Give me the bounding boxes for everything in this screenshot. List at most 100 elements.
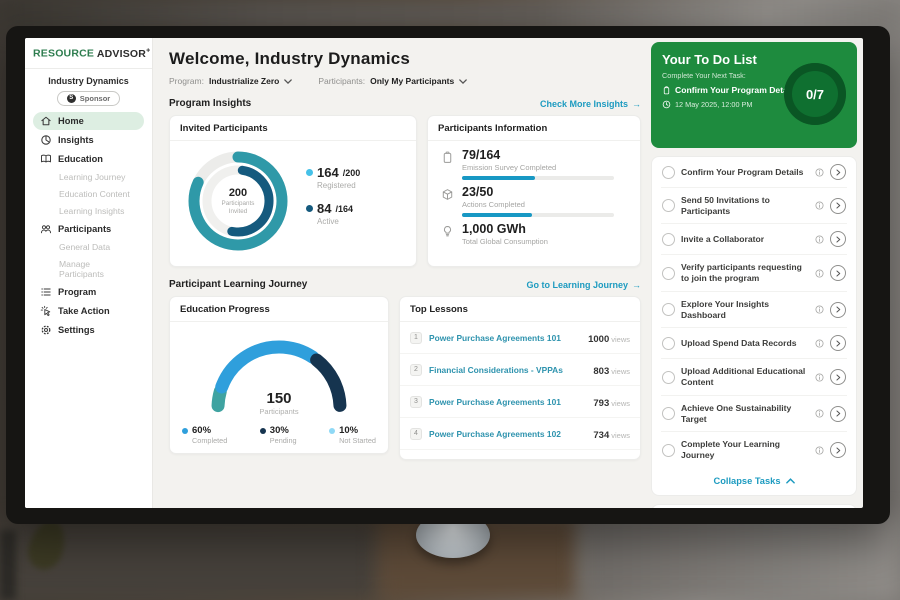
sidebar-item-label: Home [58, 116, 84, 126]
lesson-views: 793views [593, 393, 630, 411]
sidebar-subitem-manage-participants[interactable]: Manage Participants [33, 256, 144, 282]
lesson-link[interactable]: Power Purchase Agreements 101 [429, 397, 586, 407]
sponsor-icon: S [67, 94, 76, 103]
task-chevron-button[interactable] [830, 442, 846, 458]
participants-label: Participants: [318, 76, 365, 86]
sidebar-item-participants[interactable]: Participants [33, 220, 144, 238]
task-chevron-button[interactable] [830, 164, 846, 180]
sidebar-subitem-education-content[interactable]: Education Content [33, 186, 144, 202]
sidebar-nav: Home Insights EducationLearning JourneyEdu… [33, 112, 144, 339]
task-chevron-button[interactable] [830, 231, 846, 247]
stat-label: Actions Completed [462, 200, 614, 209]
sidebar: RESOURCE ADVISOR+ Industry Dynamics S Sp… [25, 38, 153, 508]
education-progress-card: Education Progress 150 Participants [169, 296, 389, 454]
task-row-complete-your-learning-journey: Complete Your Learning Journey [661, 432, 847, 467]
task-row-upload-spend-data-records: Upload Spend Data Records [661, 328, 847, 359]
background-shadow [0, 530, 16, 600]
task-chevron-button[interactable] [830, 198, 846, 214]
education-progress-title: Education Progress [170, 297, 388, 322]
task-checkbox[interactable] [662, 267, 675, 280]
settings-icon [40, 324, 52, 336]
check-more-insights-link[interactable]: Check More Insights → [540, 99, 641, 109]
registered-legend-item: 164 /200 Registered [306, 165, 360, 190]
sidebar-item-program[interactable]: Program [33, 283, 144, 301]
sidebar-item-take-action[interactable]: Take Action [33, 302, 144, 320]
task-chevron-button[interactable] [830, 302, 846, 318]
stat-row-actions-completed: 23/50Actions Completed [441, 186, 627, 217]
sponsor-badge: S Sponsor [57, 91, 120, 106]
sidebar-subitem-learning-journey[interactable]: Learning Journey [33, 169, 144, 185]
participants-dropdown[interactable]: Participants: Only My Participants [318, 76, 467, 86]
task-label: Upload Additional Educational Content [681, 366, 809, 387]
task-checkbox[interactable] [662, 407, 675, 420]
task-chevron-button[interactable] [830, 335, 846, 351]
sidebar-divider [25, 68, 152, 69]
background-desk-right [580, 515, 900, 600]
program-label: Program: [169, 76, 204, 86]
education-gauge-chart: 150 Participants [204, 332, 354, 416]
info-icon [815, 409, 824, 418]
lesson-views: 803views [593, 361, 630, 379]
todo-counter: 0/7 [806, 87, 824, 102]
stat-progress-bar [462, 176, 614, 180]
lesson-link[interactable]: Power Purchase Agreements 101 [429, 333, 581, 343]
task-checkbox[interactable] [662, 303, 675, 316]
lesson-row: 1Power Purchase Agreements 1011000views [400, 322, 640, 354]
collapse-tasks-link[interactable]: Collapse Tasks [661, 468, 847, 495]
org-name: Industry Dynamics [33, 76, 144, 86]
legend-dot [260, 428, 266, 434]
task-checkbox[interactable] [662, 233, 675, 246]
top-lessons-card: Top Lessons 1Power Purchase Agreements 1… [399, 296, 641, 460]
todo-tasks-card: Confirm Your Program DetailsSend 50 Invi… [651, 156, 857, 496]
monitor-bezel: RESOURCE ADVISOR+ Industry Dynamics S Sp… [6, 26, 890, 524]
clock-icon [662, 100, 671, 109]
task-checkbox[interactable] [662, 199, 675, 212]
sidebar-item-home[interactable]: Home [33, 112, 144, 130]
go-to-learning-journey-link[interactable]: Go to Learning Journey → [526, 280, 641, 290]
task-checkbox[interactable] [662, 337, 675, 350]
task-chevron-button[interactable] [830, 369, 846, 385]
invited-legend: 164 /200 Registered 84 /164 [306, 165, 360, 237]
sidebar-item-education[interactable]: Education [33, 150, 144, 168]
program-dropdown[interactable]: Program: Industrialize Zero [169, 76, 292, 86]
task-chevron-button[interactable] [830, 265, 846, 281]
todo-progress-ring: 0/7 [784, 63, 846, 125]
legend-dot [329, 428, 335, 434]
stat-value: 23/50 [462, 186, 614, 199]
task-checkbox[interactable] [662, 166, 675, 179]
lesson-link[interactable]: Financial Considerations - VPPAs [429, 365, 586, 375]
program-insights-heading: Program Insights [169, 98, 251, 109]
arrow-right-icon: → [632, 280, 641, 290]
task-row-send-50-invitations-to-participants: Send 50 Invitations to Participants [661, 188, 847, 224]
stat-value: 1,000 GWh [462, 223, 548, 236]
chevron-up-icon [786, 476, 795, 486]
task-row-upload-additional-educational-content: Upload Additional Educational Content [661, 359, 847, 395]
chevron-down-icon [284, 79, 292, 84]
dashboard-screen: RESOURCE ADVISOR+ Industry Dynamics S Sp… [25, 38, 863, 508]
info-icon [815, 168, 824, 177]
sidebar-item-label: Take Action [58, 306, 110, 316]
participants-value: Only My Participants [370, 76, 454, 86]
legend-label: Pending [270, 436, 297, 445]
learning-journey-heading: Participant Learning Journey [169, 279, 307, 290]
task-row-explore-your-insights-dashboard: Explore Your Insights Dashboard [661, 292, 847, 328]
task-checkbox[interactable] [662, 371, 675, 384]
sidebar-subitem-general-data[interactable]: General Data [33, 239, 144, 255]
task-label: Verify participants requesting to join t… [681, 262, 809, 283]
stat-label: Total Global Consumption [462, 237, 548, 246]
top-lessons-title: Top Lessons [400, 297, 640, 322]
task-checkbox[interactable] [662, 444, 675, 457]
lesson-link[interactable]: Power Purchase Agreements 102 [429, 429, 586, 439]
lesson-rank: 4 [410, 428, 422, 440]
legend-dot [182, 428, 188, 434]
sidebar-subitem-learning-insights[interactable]: Learning Insights [33, 203, 144, 219]
invited-participants-title: Invited Participants [170, 116, 416, 141]
sidebar-item-insights[interactable]: Insights [33, 131, 144, 149]
task-chevron-button[interactable] [830, 406, 846, 422]
sidebar-item-label: Insights [58, 135, 94, 145]
info-icon [815, 201, 824, 210]
task-row-achieve-one-sustainability-target: Achieve One Sustainability Target [661, 396, 847, 432]
main-panel: Welcome, Industry Dynamics Program: Indu… [153, 38, 649, 508]
lesson-row: 4Power Purchase Agreements 102734views [400, 418, 640, 450]
sidebar-item-settings[interactable]: Settings [33, 321, 144, 339]
